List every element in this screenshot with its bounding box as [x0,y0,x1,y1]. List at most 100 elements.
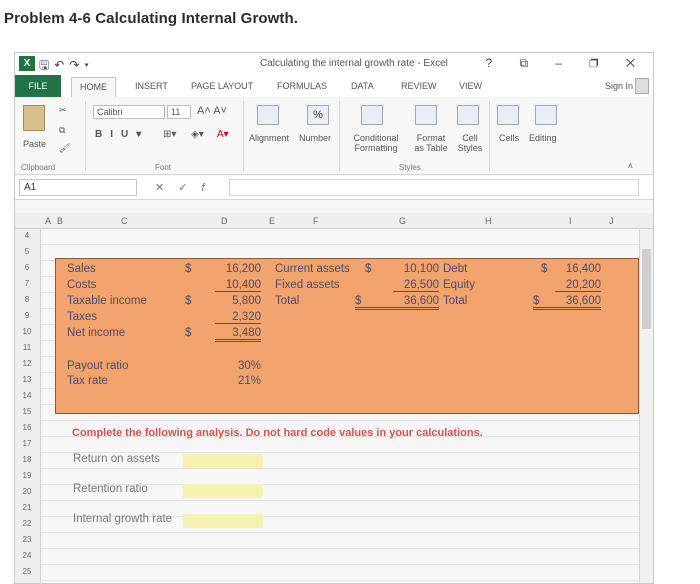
input-retention-ratio[interactable] [183,484,263,498]
label-retention-ratio[interactable]: Retention ratio [73,483,148,495]
label-total-assets[interactable]: Total [275,295,299,307]
conditional-formatting-button[interactable]: Conditional Formatting [345,133,407,153]
row-num[interactable]: 6 [15,263,39,272]
font-grow-icon[interactable]: A˄ A˅ [197,105,227,117]
tab-formulas[interactable]: FORMULAS [277,81,327,91]
value-costs[interactable]: 10,400 [215,279,261,292]
value-sales[interactable]: 16,200 [215,263,261,275]
tab-page-layout[interactable]: PAGE LAYOUT [191,81,253,91]
row-num[interactable]: 23 [15,535,39,544]
row-num[interactable]: 12 [15,359,39,368]
col-header-g[interactable]: G [399,216,406,226]
tab-review[interactable]: REVIEW [401,81,437,91]
sign-in-link[interactable]: Sign In [605,81,633,91]
percent-icon[interactable]: % [307,105,329,125]
font-name-select[interactable]: Calibri [93,105,165,119]
cells-icon[interactable] [497,105,519,125]
tab-file[interactable]: FILE [15,75,61,97]
row-num[interactable]: 16 [15,423,39,432]
label-taxes[interactable]: Taxes [67,311,97,323]
label-return-on-assets[interactable]: Return on assets [73,453,160,465]
value-tax-rate[interactable]: 21% [215,375,261,387]
font-color-icon[interactable]: A▾ [217,129,229,140]
editing-button[interactable]: Editing [529,133,557,143]
row-num[interactable]: 15 [15,407,39,416]
input-return-on-assets[interactable] [183,454,263,468]
value-payout-ratio[interactable]: 30% [215,360,261,372]
fill-color-icon[interactable]: ◈▾ [191,129,204,140]
tab-insert[interactable]: INSERT [135,81,168,91]
name-box[interactable]: A1 [19,179,137,196]
col-header-a[interactable]: A [45,216,51,226]
row-num[interactable]: 13 [15,375,39,384]
label-net-income[interactable]: Net income [67,327,125,339]
value-net-income[interactable]: 3,480 [215,327,261,342]
input-internal-growth-rate[interactable] [183,514,263,528]
label-fixed-assets[interactable]: Fixed assets [275,279,340,291]
row-num[interactable]: 4 [15,231,39,240]
tab-data[interactable]: DATA [351,81,374,91]
value-equity[interactable]: 20,200 [555,279,601,292]
col-header-j[interactable]: J [609,216,614,226]
tab-home[interactable]: HOME [71,77,116,97]
window-controls[interactable]: ? ⧉ – ❐ ✕ [485,56,647,71]
collapse-ribbon-icon[interactable]: ˄ [628,161,633,171]
font-size-select[interactable]: 11 [167,105,191,119]
label-tax-rate[interactable]: Tax rate [67,375,108,387]
formula-bar-icons[interactable]: ✕✓𝑓 [155,181,219,195]
format-as-table-icon[interactable] [415,105,437,125]
label-debt[interactable]: Debt [443,263,467,275]
cell-styles-button[interactable]: Cell Styles [453,133,487,153]
bold-italic-underline-buttons[interactable]: BIU▾ [95,129,149,140]
label-sales[interactable]: Sales [67,263,96,275]
row-num[interactable]: 11 [15,343,39,352]
value-fixed-assets[interactable]: 26,500 [393,279,439,292]
conditional-formatting-icon[interactable] [361,105,383,125]
col-header-b[interactable]: B [57,216,63,226]
label-payout-ratio[interactable]: Payout ratio [67,360,128,372]
alignment-button[interactable]: Alignment [249,133,289,143]
vertical-scrollbar[interactable] [639,229,653,583]
cut-icon[interactable]: ✂ [59,105,67,116]
row-num[interactable]: 18 [15,455,39,464]
editing-icon[interactable] [535,105,557,125]
quick-access-toolbar[interactable]: 🖫↶↷▾ [39,56,94,77]
tab-view[interactable]: VIEW [459,81,482,91]
label-taxable-income[interactable]: Taxable income [67,295,147,307]
row-num[interactable]: 25 [15,567,39,576]
scroll-thumb[interactable] [642,249,651,329]
alignment-icon[interactable] [257,105,279,125]
value-total-assets[interactable]: 36,600 [393,295,439,307]
row-num[interactable]: 14 [15,391,39,400]
row-num[interactable]: 20 [15,487,39,496]
value-debt[interactable]: 16,400 [555,263,601,275]
row-num[interactable]: 10 [15,327,39,336]
paste-button[interactable]: Paste [23,139,46,149]
col-header-i[interactable]: I [569,216,572,226]
value-current-assets[interactable]: 10,100 [393,263,439,275]
value-taxes[interactable]: 2,320 [215,311,261,324]
value-total-liabilities[interactable]: 36,600 [555,295,601,307]
row-num[interactable]: 17 [15,439,39,448]
label-costs[interactable]: Costs [67,279,96,291]
cells-button[interactable]: Cells [499,133,519,143]
formula-input[interactable] [229,179,639,196]
row-num[interactable]: 24 [15,551,39,560]
col-header-c[interactable]: C [121,216,128,226]
col-header-e[interactable]: E [269,216,275,226]
label-current-assets[interactable]: Current assets [275,263,350,275]
row-num[interactable]: 21 [15,503,39,512]
number-button[interactable]: Number [299,133,331,143]
col-header-h[interactable]: H [485,216,492,226]
label-total-liabilities[interactable]: Total [443,295,467,307]
row-num[interactable]: 8 [15,295,39,304]
format-painter-icon[interactable]: 🖌 [59,143,70,154]
label-equity[interactable]: Equity [443,279,475,291]
cell-styles-icon[interactable] [457,105,479,125]
row-num[interactable]: 9 [15,311,39,320]
row-num[interactable]: 22 [15,519,39,528]
value-taxable-income[interactable]: 5,800 [215,295,261,307]
copy-icon[interactable]: ⧉ [59,125,65,136]
format-as-table-button[interactable]: Format as Table [411,133,451,153]
row-num[interactable]: 19 [15,471,39,480]
